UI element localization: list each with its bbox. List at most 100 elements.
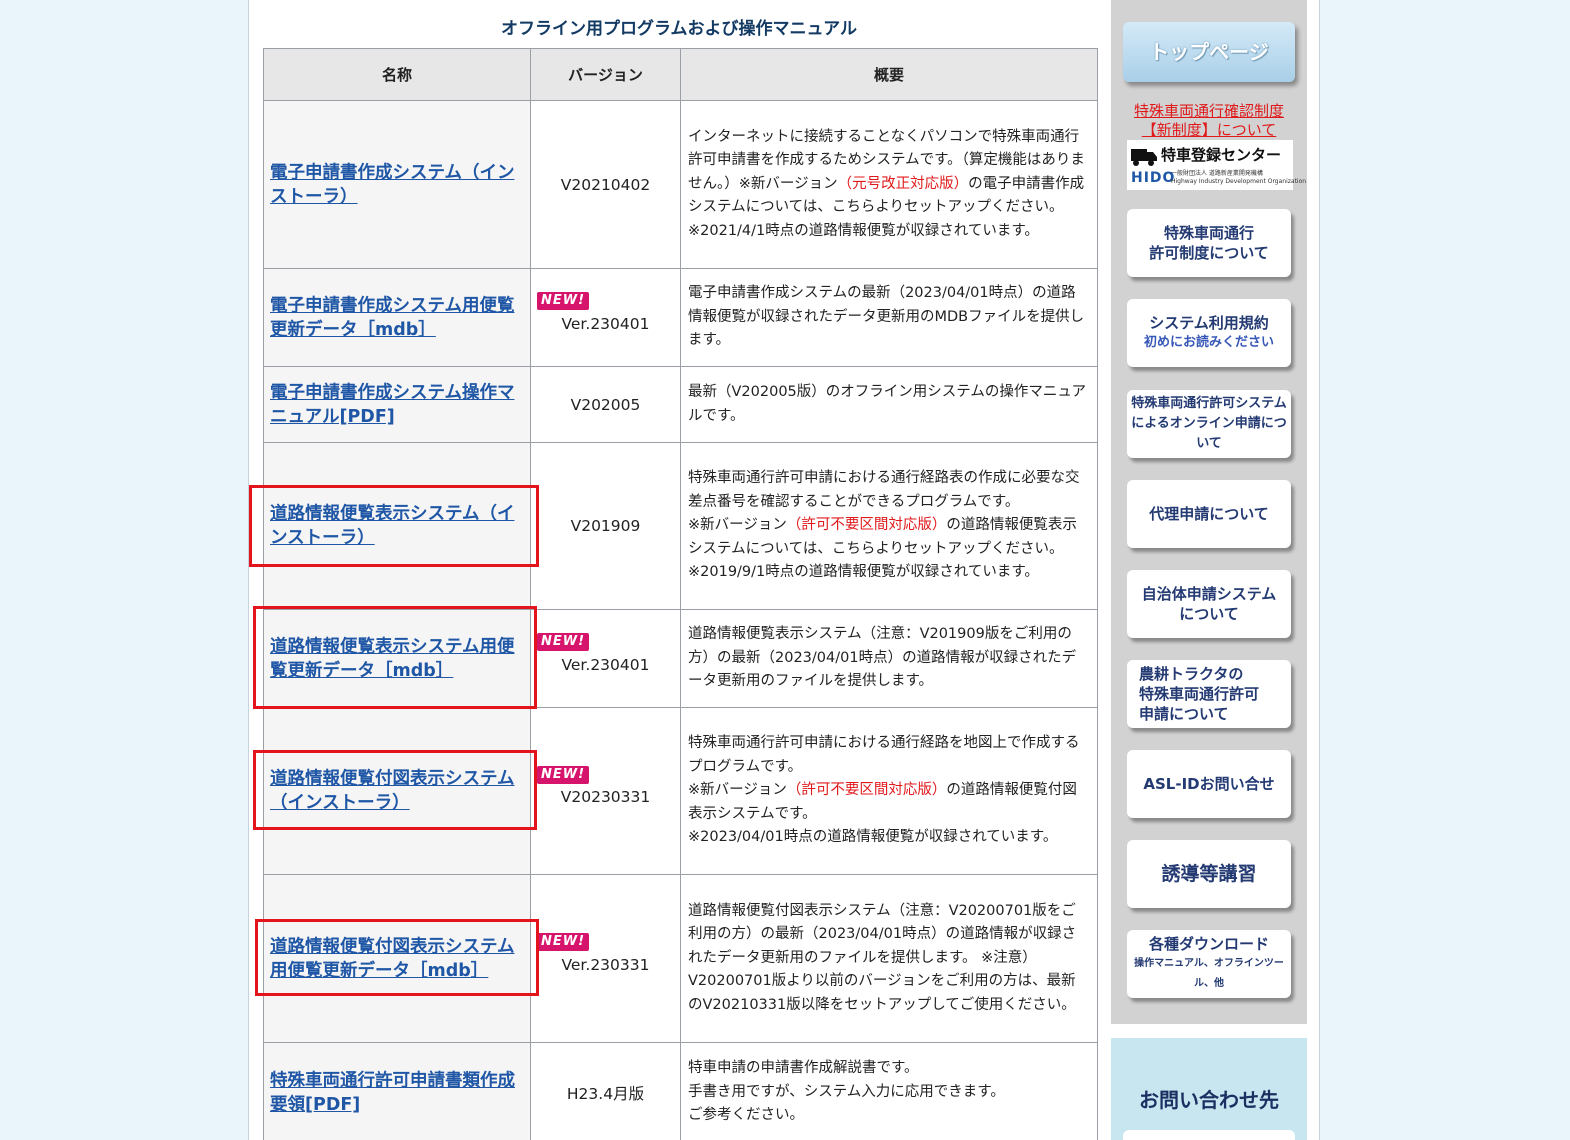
- new-badge: NEW!: [537, 933, 590, 951]
- download-link[interactable]: 電子申請書作成システム操作マニュアル[PDF]: [270, 381, 524, 429]
- sidebar-button-label: 誘導等講習: [1161, 863, 1257, 885]
- version-text: Ver.230401: [561, 655, 650, 674]
- download-link[interactable]: 特殊車両通行許可申請書類作成要領[PDF]: [270, 1069, 524, 1117]
- cell-name: 道路情報便覧付図表示システム用便覧更新データ［mdb］: [263, 874, 531, 1043]
- sidebar: トップページ 特殊車両通行確認制度 【新制度】について 特車登録センター HID…: [1111, 0, 1307, 1024]
- sidebar-button[interactable]: 農耕トラクタの 特殊車両通行許可 申請について: [1127, 660, 1291, 728]
- org-name: 一般財団法人 道路新産業開発機構 Highway Industry Develo…: [1171, 170, 1307, 185]
- sidebar-button-label: 特殊車両通行許可: [1139, 685, 1260, 703]
- sidebar-button[interactable]: 代理申請について: [1127, 480, 1291, 548]
- cell-name: 道路情報便覧表示システム（インストーラ）: [263, 442, 531, 610]
- download-link[interactable]: 道路情報便覧表示システム（インストーラ）: [270, 502, 524, 550]
- cell-summary: 道路情報便覧付図表示システム（注意：V20200701版をご利用の方）の最新（2…: [680, 874, 1098, 1043]
- download-table: 名称 バージョン 概要 電子申請書作成システム（インストーラ） V20210402…: [263, 48, 1098, 1140]
- summary-text: 特殊車両通行許可申請における通行経路表の作成に必要な交差点番号を確認することがで…: [688, 470, 1080, 510]
- registration-center-banner[interactable]: 特車登録センター HIDO 一般財団法人 道路新産業開発機構 Highway I…: [1127, 140, 1306, 190]
- summary-text: ※2019/9/1時点の道路情報便覧が収録されています。: [688, 564, 1039, 581]
- sidebar-button[interactable]: システム利用規約 初めにお読みください: [1127, 299, 1291, 367]
- sidebar-button-label: 申請について: [1139, 705, 1229, 723]
- sidebar-button-label: ASL-IDお問い合せ: [1143, 775, 1275, 793]
- summary-text: 特殊車両通行許可申請における通行経路を地図上で作成するプログラムです。: [688, 735, 1080, 775]
- summary-text: ※新バージョン: [688, 782, 787, 799]
- sidebar-button[interactable]: ASL-IDお問い合せ: [1127, 750, 1291, 818]
- cell-summary: 特車申請の申請書作成解説書です。 手書き用ですが、システム入力に応用できます。 ご参…: [680, 1042, 1098, 1140]
- sidebar-button-label: について: [1179, 605, 1239, 623]
- summary-text: ※新バージョン: [738, 175, 838, 192]
- version-text: V20210402: [560, 175, 651, 194]
- cell-version: NEW! Ver.230331: [530, 874, 681, 1043]
- header-version: バージョン: [530, 48, 681, 101]
- table-row: 道路情報便覧表示システム（インストーラ） V201909 特殊車両通行許可申請におけ…: [263, 442, 1098, 610]
- hido-logo: HIDO: [1131, 170, 1176, 186]
- cell-summary: 道路情報便覧表示システム（注意：V201909版をご利用の方）の最新（2023/…: [680, 609, 1098, 708]
- sidebar-button-label: システム利用規約: [1149, 314, 1269, 332]
- cell-version: NEW! Ver.230401: [530, 609, 681, 708]
- version-note-red: （許可不要区間対応版）: [786, 782, 947, 799]
- summary-text: 電子申請書作成システムの最新（2023/04/01時点）の道路情報便覧が収録され…: [688, 285, 1085, 349]
- cell-version: V201909: [530, 442, 681, 610]
- cell-summary: 特殊車両通行許可申請における通行経路を地図上で作成するプログラムです。 ※新バージ…: [680, 707, 1098, 875]
- summary-text: 手書き用ですが、システム入力に応用できます。: [688, 1083, 1005, 1100]
- version-note-red: （許可不要区間対応版）: [786, 517, 947, 534]
- table-row: 特殊車両通行許可申請書類作成要領[PDF] H23.4月版 特車申請の申請書作成解説…: [263, 1042, 1098, 1140]
- sidebar-button-label: 各種ダウンロード: [1148, 935, 1269, 953]
- version-text: Ver.230401: [561, 314, 650, 333]
- sidebar-button[interactable]: 誘導等講習: [1127, 840, 1291, 908]
- download-link[interactable]: 道路情報便覧表示システム用便覧更新データ［mdb］: [270, 635, 524, 683]
- sidebar-button-label: によるオンライン申請について: [1131, 416, 1287, 451]
- summary-text: ※新バージョン: [688, 517, 787, 534]
- table-row: 道路情報便覧付図表示システム（インストーラ） NEW! V20230331 特殊車両通…: [263, 707, 1098, 875]
- table-row: 電子申請書作成システム用便覧更新データ［mdb］ NEW! Ver.230401 電子…: [263, 268, 1098, 367]
- download-link[interactable]: 道路情報便覧付図表示システム用便覧更新データ［mdb］: [270, 935, 524, 983]
- summary-text: 道路情報便覧付図表示システム（注意：V20200701版をご利用の方）の最新（2…: [688, 902, 1077, 1013]
- cell-version: V202005: [530, 366, 681, 443]
- download-link[interactable]: 電子申請書作成システム用便覧更新データ［mdb］: [270, 294, 524, 342]
- sidebar-button-label: 操作マニュアル、オフラインツール、他: [1134, 958, 1284, 989]
- new-badge: NEW!: [537, 633, 590, 651]
- sidebar-button-label: 特殊車両通行: [1163, 224, 1254, 242]
- table-row: 電子申請書作成システム（インストーラ） V20210402 インターネットに接続する…: [263, 100, 1098, 269]
- cell-version: V20210402: [530, 100, 681, 269]
- cell-summary: 最新（V202005版）のオフライン用システムの操作マニュアルです。: [680, 366, 1098, 443]
- new-system-notice-link[interactable]: 特殊車両通行確認制度 【新制度】について: [1111, 102, 1307, 140]
- sidebar-button-label: 特殊車両通行許可システム: [1131, 396, 1287, 411]
- table-row: 道路情報便覧表示システム用便覧更新データ［mdb］ NEW! Ver.230401 道…: [263, 609, 1098, 708]
- cell-version: NEW! V20230331: [530, 707, 681, 875]
- sidebar-button[interactable]: 各種ダウンロード操作マニュアル、オフラインツール、他: [1127, 930, 1291, 998]
- sidebar-button[interactable]: 特殊車両通行許可システムによるオンライン申請について: [1127, 390, 1291, 458]
- contact-title: お問い合わせ先: [1139, 1088, 1279, 1112]
- version-text: H23.4月版: [566, 1084, 645, 1103]
- summary-text: 最新（V202005版）のオフライン用システムの操作マニュアルです。: [688, 384, 1087, 424]
- truck-icon: [1131, 149, 1157, 166]
- download-link[interactable]: 道路情報便覧付図表示システム（インストーラ）: [270, 767, 524, 815]
- section-title: オフライン用プログラムおよび操作マニュアル: [501, 19, 857, 39]
- sidebar-button-label: 代理申請について: [1149, 505, 1269, 523]
- sidebar-button-label: 自治体申請システム: [1141, 585, 1277, 603]
- cell-summary: 電子申請書作成システムの最新（2023/04/01時点）の道路情報便覧が収録され…: [680, 268, 1098, 367]
- cell-version: NEW! Ver.230401: [530, 268, 681, 367]
- sidebar-button-label: 初めにお読みください: [1143, 335, 1274, 350]
- sidebar-button[interactable]: 自治体申請システム について: [1127, 570, 1291, 638]
- sidebar-button-label: 許可制度について: [1149, 244, 1269, 262]
- version-note-red: （元号改正対応版）: [837, 175, 969, 192]
- cell-version: H23.4月版: [530, 1042, 681, 1140]
- contact-section: お問い合わせ先: [1111, 1038, 1307, 1140]
- cell-name: 電子申請書作成システム用便覧更新データ［mdb］: [263, 268, 531, 367]
- download-link[interactable]: 電子申請書作成システム（インストーラ）: [270, 161, 524, 209]
- summary-text: ※2021/4/1時点の道路情報便覧が収録されています。: [688, 222, 1039, 239]
- new-badge: NEW!: [537, 765, 590, 784]
- cell-name: 道路情報便覧付図表示システム（インストーラ）: [263, 707, 531, 875]
- version-text: V20230331: [560, 788, 651, 806]
- sidebar-button-label: 農耕トラクタの: [1139, 665, 1244, 683]
- version-text: V202005: [570, 395, 641, 414]
- cell-name: 電子申請書作成システム（インストーラ）: [263, 100, 531, 269]
- new-badge: NEW!: [537, 292, 590, 310]
- center-name: 特車登録センター: [1161, 146, 1282, 164]
- header-summary: 概要: [680, 48, 1098, 101]
- header-name: 名称: [263, 48, 531, 101]
- contact-box: [1123, 1130, 1295, 1140]
- top-page-button[interactable]: トップページ: [1123, 22, 1295, 82]
- summary-text: 特車申請の申請書作成解説書です。: [688, 1060, 919, 1077]
- table-row: 電子申請書作成システム操作マニュアル[PDF] V202005 最新（V202005…: [263, 366, 1098, 443]
- sidebar-button[interactable]: 特殊車両通行 許可制度について: [1127, 209, 1291, 277]
